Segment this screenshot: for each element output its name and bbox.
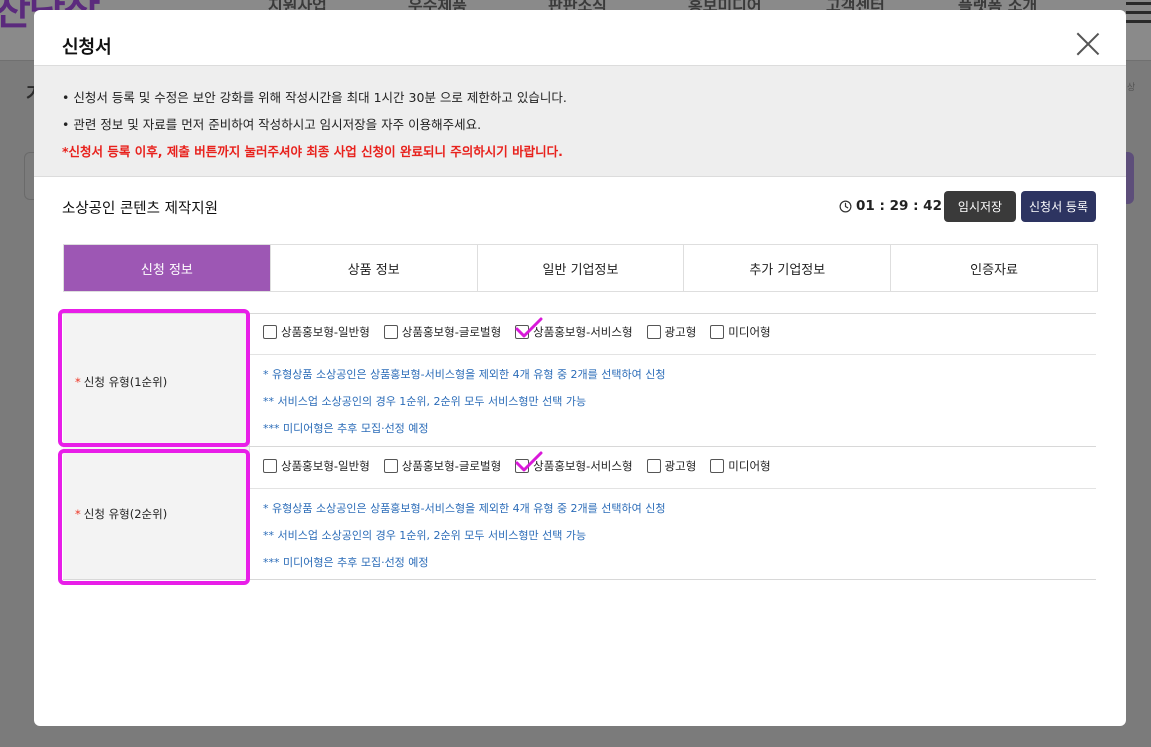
checkbox[interactable] bbox=[383, 325, 398, 339]
register-application-button[interactable]: 신청서 등록 bbox=[1021, 191, 1096, 222]
modal-title: 신청서 bbox=[62, 37, 112, 58]
label-highlight bbox=[58, 449, 250, 585]
menu-icon bbox=[1126, 2, 1151, 29]
info-text: *** 미디어형은 추후 모집·선정 예정 bbox=[263, 422, 429, 435]
option-product-global[interactable]: 상품홍보형-글로벌형 bbox=[383, 458, 501, 474]
application-modal: 신청서 • 신청서 등록 및 수정은 보안 강화를 위해 작성시간을 최대 1시… bbox=[34, 10, 1126, 726]
option-product-service[interactable]: 상품홍보형-서비스형 bbox=[515, 451, 633, 474]
info-text: * 유형상품 소상공인은 상품홍보형-서비스형을 제외한 4개 유형 중 2개를… bbox=[263, 502, 666, 515]
checkbox[interactable] bbox=[263, 325, 277, 339]
info-text: ** 서비스업 소상공인의 경우 1순위, 2순위 모두 서비스형만 선택 가능 bbox=[263, 529, 587, 542]
tab-additional-company-info[interactable]: 추가 기업정보 bbox=[684, 245, 892, 291]
option-ad[interactable]: 광고형 bbox=[646, 458, 696, 474]
option-ad[interactable]: 광고형 bbox=[646, 324, 696, 340]
session-timer: 01 : 29 : 42 bbox=[839, 198, 942, 214]
row-divider bbox=[249, 488, 1096, 489]
tab-general-company-info[interactable]: 일반 기업정보 bbox=[478, 245, 685, 291]
tab-bar: 신청 정보 상품 정보 일반 기업정보 추가 기업정보 인증자료 bbox=[63, 244, 1098, 292]
program-title: 소상공인 콘텐츠 제작지원 bbox=[62, 201, 218, 217]
option-product-global[interactable]: 상품홍보형-글로벌형 bbox=[383, 324, 501, 340]
option-product-general[interactable]: 상품홍보형-일반형 bbox=[263, 458, 370, 474]
info-text: * 유형상품 소상공인은 상품홍보형-서비스형을 제외한 4개 유형 중 2개를… bbox=[263, 368, 666, 381]
option-group: 상품홍보형-일반형 상품홍보형-글로벌형 상품홍보형-서비스형 광고형 미디어형 bbox=[263, 317, 785, 340]
close-icon[interactable] bbox=[1075, 31, 1101, 57]
clock-icon bbox=[839, 200, 852, 212]
notice-text: • 관련 정보 및 자료를 먼저 준비하여 작성하시고 임시저장을 자주 이용해… bbox=[62, 117, 482, 132]
option-media[interactable]: 미디어형 bbox=[710, 458, 771, 474]
tab-certification[interactable]: 인증자료 bbox=[891, 245, 1097, 291]
checkbox[interactable] bbox=[263, 459, 277, 473]
check-icon bbox=[515, 317, 543, 338]
tab-product-info[interactable]: 상품 정보 bbox=[271, 245, 478, 291]
checkbox-checked[interactable] bbox=[515, 451, 543, 473]
option-product-general[interactable]: 상품홍보형-일반형 bbox=[263, 324, 370, 340]
info-text: ** 서비스업 소상공인의 경우 1순위, 2순위 모두 서비스형만 선택 가능 bbox=[263, 395, 587, 408]
checkbox-checked[interactable] bbox=[515, 317, 543, 339]
notice-box: • 신청서 등록 및 수정은 보안 강화를 위해 작성시간을 최대 1시간 30… bbox=[34, 65, 1126, 177]
option-group: 상품홍보형-일반형 상품홍보형-글로벌형 상품홍보형-서비스형 광고형 미디어형 bbox=[263, 451, 785, 474]
check-icon bbox=[515, 451, 543, 472]
notice-text: • 신청서 등록 및 수정은 보안 강화를 위해 작성시간을 최대 1시간 30… bbox=[62, 90, 567, 105]
checkbox[interactable] bbox=[710, 459, 725, 473]
option-media[interactable]: 미디어형 bbox=[710, 324, 771, 340]
temp-save-button[interactable]: 임시저장 bbox=[944, 191, 1016, 222]
label-highlight bbox=[58, 309, 250, 447]
tab-application-info[interactable]: 신청 정보 bbox=[64, 245, 271, 291]
checkbox[interactable] bbox=[383, 459, 398, 473]
checkbox[interactable] bbox=[646, 459, 661, 473]
checkbox[interactable] bbox=[646, 325, 661, 339]
warning-text: *신청서 등록 이후, 제출 버튼까지 눌러주셔야 최종 사업 신청이 완료되니… bbox=[62, 144, 563, 159]
info-text: *** 미디어형은 추후 모집·선정 예정 bbox=[263, 556, 429, 569]
row-divider bbox=[249, 354, 1096, 355]
background-text-fragment: 상 bbox=[1127, 83, 1136, 93]
option-product-service[interactable]: 상품홍보형-서비스형 bbox=[515, 317, 633, 340]
checkbox[interactable] bbox=[710, 325, 725, 339]
timer-value: 01 : 29 : 42 bbox=[856, 198, 942, 214]
